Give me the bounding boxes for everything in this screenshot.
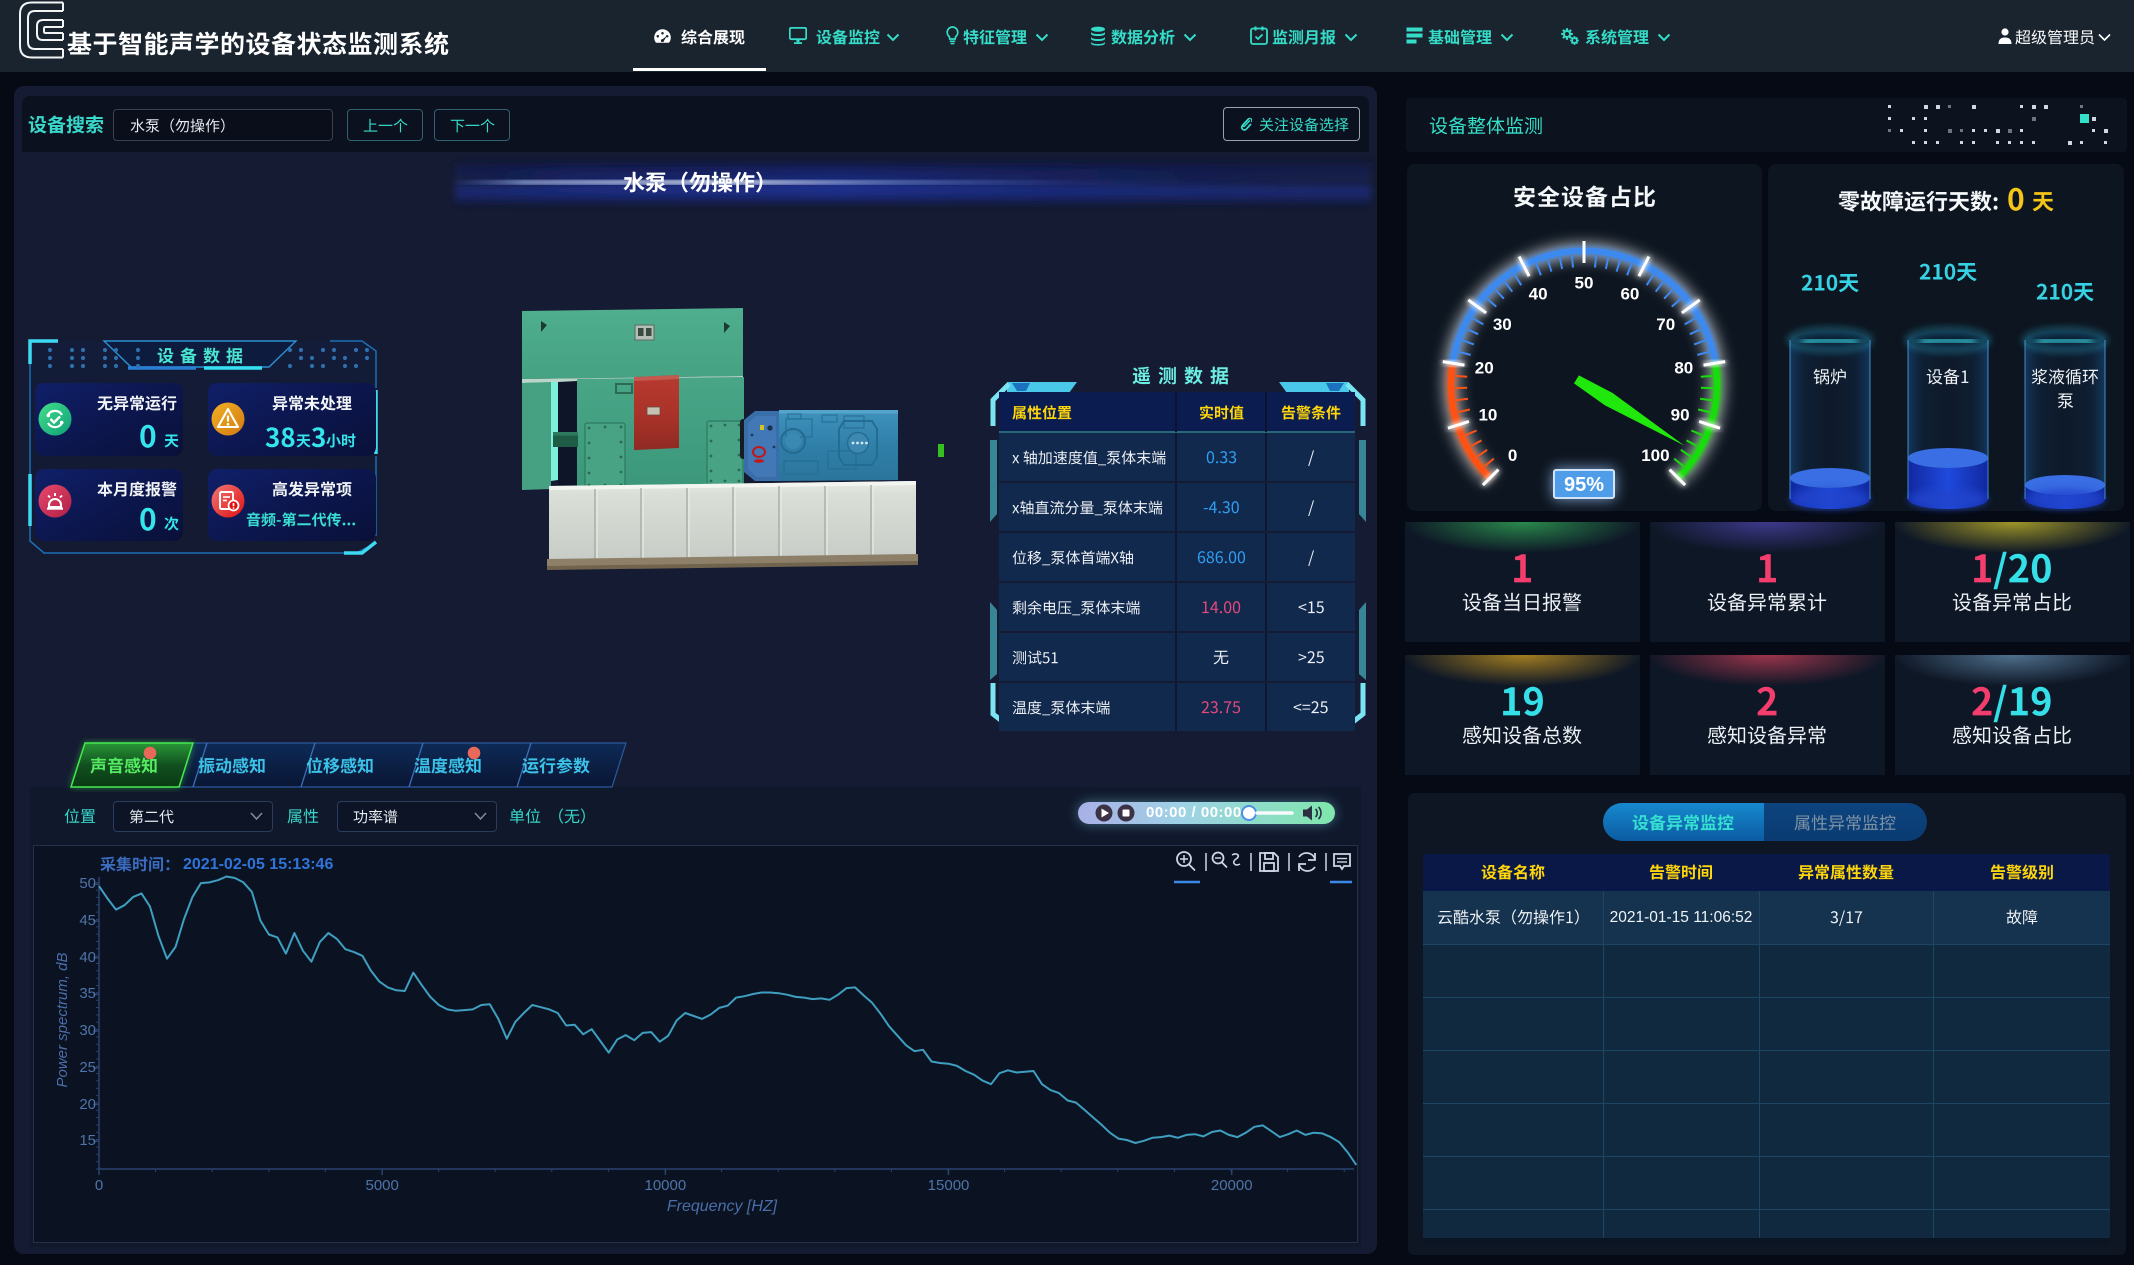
svg-text:40: 40 (1529, 284, 1548, 303)
svg-text:0: 0 (1508, 446, 1517, 465)
svg-text:10: 10 (1478, 406, 1497, 425)
svg-text:30: 30 (1493, 315, 1512, 334)
svg-text:50: 50 (1575, 273, 1594, 292)
svg-text:100: 100 (1641, 446, 1669, 465)
svg-text:80: 80 (1674, 359, 1693, 378)
svg-text:60: 60 (1620, 284, 1639, 303)
svg-text:90: 90 (1671, 406, 1690, 425)
svg-text:20: 20 (1475, 359, 1494, 378)
svg-text:Power spectrum, dB: Power spectrum, dB (54, 952, 71, 1087)
svg-text:70: 70 (1656, 315, 1675, 334)
